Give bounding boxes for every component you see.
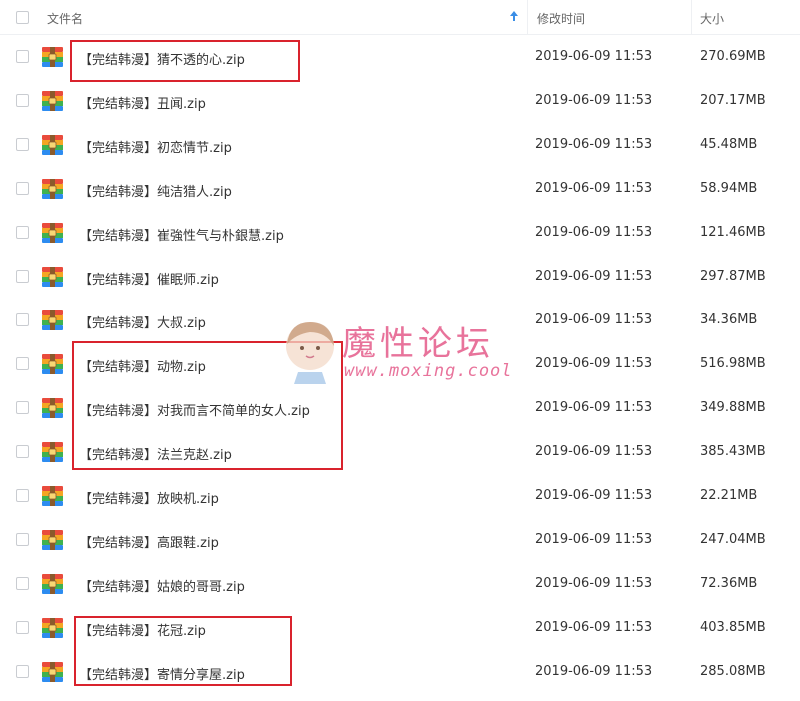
mascot-girl-icon	[286, 322, 334, 384]
row-checkbox[interactable]	[16, 357, 29, 371]
modified-time: 2019-06-09 11:53	[535, 92, 653, 108]
file-size: 45.48MB	[700, 136, 758, 152]
file-row[interactable]: 【完结韩漫】高跟鞋.zip 2019-06-09 11:53 247.04MB	[0, 518, 800, 562]
file-size: 516.98MB	[700, 356, 766, 372]
file-row[interactable]: 【完结韩漫】放映机.zip 2019-06-09 11:53 22.21MB	[0, 474, 800, 518]
file-name-link[interactable]: 【完结韩漫】崔強性气与朴銀慧.zip	[79, 225, 284, 244]
watermark-url: www.moxing.cool	[344, 361, 513, 381]
zip-archive-icon	[42, 266, 63, 287]
file-size: 72.36MB	[700, 575, 758, 591]
modified-time: 2019-06-09 11:53	[535, 224, 653, 240]
modified-time: 2019-06-09 11:53	[535, 400, 653, 416]
zip-archive-icon	[42, 398, 63, 419]
file-list-header: 文件名 修改时间 大小	[0, 0, 800, 35]
column-divider[interactable]	[691, 0, 692, 35]
zip-archive-icon	[42, 310, 63, 331]
file-size: 297.87MB	[700, 268, 766, 284]
file-row[interactable]: 【完结韩漫】纯洁猎人.zip 2019-06-09 11:53 58.94MB	[0, 167, 800, 211]
column-header-size[interactable]: 大小	[700, 10, 724, 27]
modified-time: 2019-06-09 11:53	[535, 531, 653, 547]
row-checkbox[interactable]	[16, 50, 29, 63]
modified-time: 2019-06-09 11:53	[535, 488, 653, 503]
file-size: 34.36MB	[700, 312, 758, 328]
row-checkbox[interactable]	[16, 137, 29, 151]
row-checkbox[interactable]	[16, 620, 29, 634]
row-checkbox[interactable]	[16, 576, 29, 590]
file-name-link[interactable]: 【完结韩漫】纯洁猎人.zip	[79, 181, 232, 200]
row-checkbox[interactable]	[16, 532, 29, 546]
file-row[interactable]: 【完结韩漫】姑娘的哥哥.zip 2019-06-09 11:53 72.36MB	[0, 562, 800, 606]
modified-time: 2019-06-09 11:53	[535, 136, 653, 152]
modified-time: 2019-06-09 11:53	[535, 663, 653, 679]
column-header-name[interactable]: 文件名	[47, 10, 83, 27]
file-size: 247.04MB	[700, 531, 766, 547]
file-size: 385.43MB	[700, 444, 766, 460]
modified-time: 2019-06-09 11:53	[535, 312, 653, 328]
zip-archive-icon	[42, 222, 63, 243]
column-divider[interactable]	[527, 0, 528, 35]
zip-archive-icon	[42, 573, 63, 594]
column-header-date[interactable]: 修改时间	[537, 10, 585, 27]
file-size: 349.88MB	[700, 400, 766, 416]
row-checkbox[interactable]	[16, 93, 29, 107]
file-size: 270.69MB	[700, 49, 766, 64]
row-checkbox[interactable]	[16, 181, 29, 195]
modified-time: 2019-06-09 11:53	[535, 268, 653, 284]
file-name-link[interactable]: 【完结韩漫】丑闻.zip	[79, 93, 206, 112]
file-row[interactable]: 【完结韩漫】催眠师.zip 2019-06-09 11:53 297.87MB	[0, 255, 800, 299]
row-checkbox[interactable]	[16, 269, 29, 283]
row-checkbox[interactable]	[16, 445, 29, 459]
modified-time: 2019-06-09 11:53	[535, 356, 653, 372]
zip-archive-icon	[42, 178, 63, 199]
file-name-link[interactable]: 【完结韩漫】姑娘的哥哥.zip	[79, 576, 245, 595]
modified-time: 2019-06-09 11:53	[535, 49, 653, 64]
modified-time: 2019-06-09 11:53	[535, 575, 653, 591]
file-size: 403.85MB	[700, 619, 766, 635]
highlight-box	[74, 616, 292, 686]
file-size: 22.21MB	[700, 488, 758, 503]
highlight-box	[70, 40, 300, 82]
row-checkbox[interactable]	[16, 313, 29, 327]
row-checkbox[interactable]	[16, 489, 29, 502]
zip-archive-icon	[42, 354, 63, 375]
row-checkbox[interactable]	[16, 664, 29, 678]
file-row[interactable]: 【完结韩漫】崔強性气与朴銀慧.zip 2019-06-09 11:53 121.46…	[0, 211, 800, 255]
file-row[interactable]: 【完结韩漫】丑闻.zip 2019-06-09 11:53 207.17MB	[0, 79, 800, 123]
modified-time: 2019-06-09 11:53	[535, 444, 653, 460]
zip-archive-icon	[42, 486, 63, 506]
file-name-link[interactable]: 【完结韩漫】放映机.zip	[79, 488, 219, 507]
file-size: 58.94MB	[700, 180, 758, 196]
modified-time: 2019-06-09 11:53	[535, 619, 653, 635]
file-name-link[interactable]: 【完结韩漫】高跟鞋.zip	[79, 532, 219, 551]
select-all-checkbox[interactable]	[16, 11, 29, 24]
watermark-title: 魔性论坛	[342, 324, 494, 364]
zip-archive-icon	[42, 47, 63, 67]
zip-archive-icon	[42, 90, 63, 111]
file-size: 285.08MB	[700, 663, 766, 679]
file-size: 207.17MB	[700, 92, 766, 108]
row-checkbox[interactable]	[16, 225, 29, 239]
zip-archive-icon	[42, 617, 63, 638]
file-row[interactable]: 【完结韩漫】初恋情节.zip 2019-06-09 11:53 45.48MB	[0, 123, 800, 167]
zip-archive-icon	[42, 134, 63, 155]
file-name-link[interactable]: 【完结韩漫】初恋情节.zip	[79, 137, 232, 156]
zip-archive-icon	[42, 442, 63, 463]
sort-ascending-arrow-icon[interactable]	[509, 9, 519, 23]
row-checkbox[interactable]	[16, 401, 29, 415]
file-size: 121.46MB	[700, 224, 766, 240]
watermark: 魔性论坛 www.moxing.cool	[282, 316, 524, 394]
zip-archive-icon	[42, 529, 63, 550]
zip-archive-icon	[42, 661, 63, 682]
modified-time: 2019-06-09 11:53	[535, 180, 653, 196]
file-name-link[interactable]: 【完结韩漫】催眠师.zip	[79, 269, 219, 288]
file-name-link[interactable]: 【完结韩漫】大叔.zip	[79, 312, 206, 331]
